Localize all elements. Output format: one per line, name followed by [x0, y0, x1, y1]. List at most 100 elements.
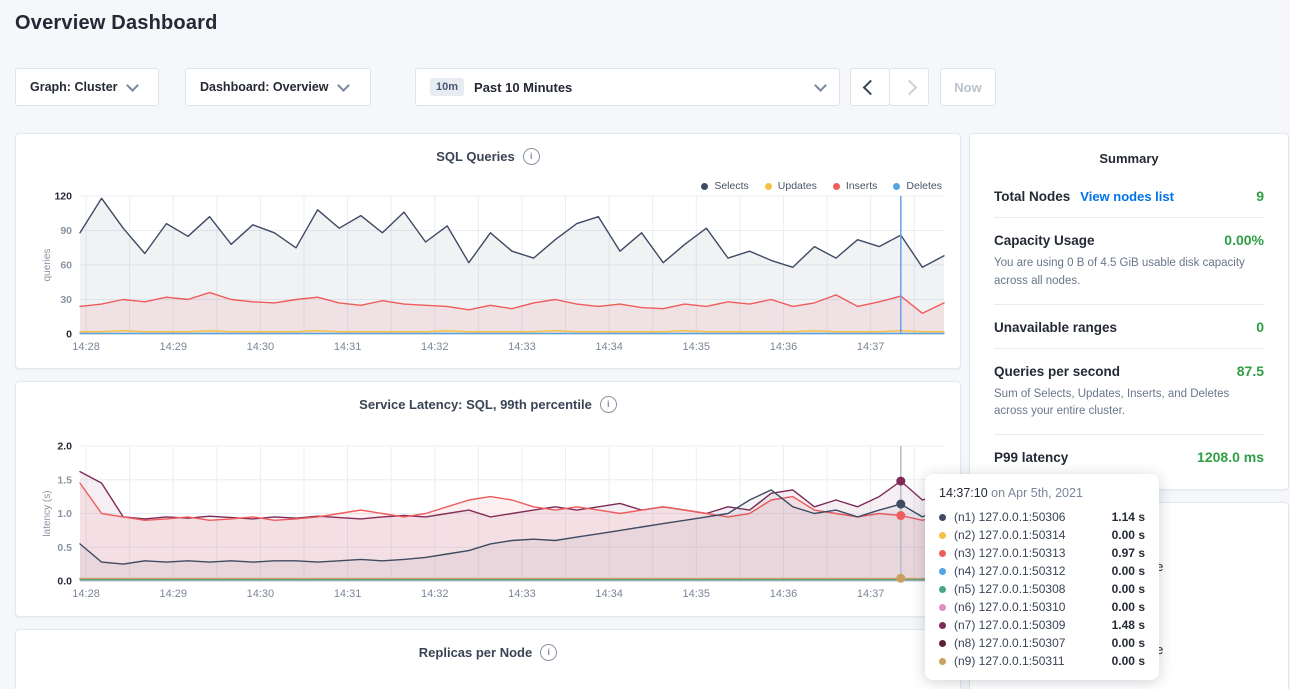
- summary-label: Queries per second: [994, 364, 1120, 379]
- summary-title: Summary: [970, 134, 1288, 174]
- legend-dot: [893, 183, 900, 190]
- tooltip-node-value: 0.97 s: [1112, 546, 1145, 560]
- info-icon[interactable]: i: [523, 148, 540, 165]
- tooltip-row: (n1) 127.0.0.1:50306 1.14 s: [939, 508, 1145, 526]
- svg-text:14:31: 14:31: [334, 341, 362, 353]
- sql-queries-panel: 030609012014:2814:2914:3014:3114:3214:33…: [15, 133, 961, 369]
- svg-text:14:36: 14:36: [770, 588, 798, 600]
- toolbar: Graph: Cluster Dashboard: Overview 10m P…: [15, 68, 1275, 106]
- view-nodes-link[interactable]: View nodes list: [1080, 189, 1174, 204]
- summary-row: Total Nodes View nodes list 9: [994, 174, 1264, 217]
- chart-title: Service Latency: SQL, 99th percentile: [359, 397, 592, 412]
- svg-text:120: 120: [54, 191, 72, 203]
- tooltip-node-value: 1.48 s: [1112, 618, 1145, 632]
- legend-dot: [765, 183, 772, 190]
- service-latency-panel: 0.00.51.01.52.014:2814:2914:3014:3114:32…: [15, 381, 961, 617]
- time-range-dropdown[interactable]: 10m Past 10 Minutes: [415, 68, 840, 106]
- svg-text:14:34: 14:34: [595, 341, 623, 353]
- svg-text:14:29: 14:29: [159, 588, 187, 600]
- svg-text:1.0: 1.0: [57, 508, 72, 520]
- svg-text:2.0: 2.0: [57, 441, 72, 453]
- now-button[interactable]: Now: [940, 68, 996, 106]
- node-color-dot: [939, 604, 946, 611]
- svg-text:0.5: 0.5: [57, 542, 72, 554]
- summary-desc: You are using 0 B of 4.5 GiB usable disk…: [994, 255, 1264, 291]
- tooltip-node-value: 0.00 s: [1112, 654, 1145, 668]
- legend-item[interactable]: Selects: [701, 180, 748, 192]
- node-color-dot: [939, 550, 946, 557]
- tooltip-row: (n4) 127.0.0.1:503120.00 s: [939, 562, 1145, 580]
- svg-text:queries: queries: [42, 249, 53, 282]
- info-icon[interactable]: i: [600, 396, 617, 413]
- chevron-down-icon: [814, 79, 827, 92]
- tooltip-node-label: (n1) 127.0.0.1:50306: [954, 510, 1102, 524]
- tooltip-node-value: 0.00 s: [1112, 582, 1145, 596]
- svg-text:14:35: 14:35: [683, 588, 711, 600]
- chevron-down-icon: [337, 79, 350, 92]
- tooltip-row: (n5) 127.0.0.1:503080.00 s: [939, 580, 1145, 598]
- tooltip-node-label: (n6) 127.0.0.1:50310: [954, 600, 1102, 614]
- svg-text:30: 30: [60, 294, 72, 306]
- svg-text:14:30: 14:30: [247, 341, 275, 353]
- svg-text:60: 60: [60, 260, 72, 272]
- page-title: Overview Dashboard: [15, 12, 218, 35]
- tooltip-date: on Apr 5th, 2021: [991, 486, 1083, 500]
- now-button-label: Now: [954, 80, 981, 95]
- legend-label: Selects: [714, 180, 748, 192]
- prev-time-button[interactable]: [850, 68, 890, 106]
- legend-label: Updates: [778, 180, 817, 192]
- summary-label: Total Nodes: [994, 189, 1070, 204]
- summary-value: 9: [1256, 188, 1264, 204]
- svg-text:14:32: 14:32: [421, 588, 449, 600]
- svg-text:14:37: 14:37: [857, 588, 885, 600]
- legend-dot: [833, 183, 840, 190]
- tooltip-node-label: (n2) 127.0.0.1:50314: [954, 528, 1102, 542]
- tooltip-node-value: 0.00 s: [1112, 636, 1145, 650]
- summary-row: Capacity Usage0.00%You are using 0 B of …: [994, 217, 1264, 304]
- chart-title: Replicas per Node: [419, 645, 532, 660]
- dashboard-dropdown[interactable]: Dashboard: Overview: [185, 68, 371, 106]
- svg-text:14:36: 14:36: [770, 341, 798, 353]
- chart-title: SQL Queries: [436, 149, 515, 164]
- tooltip-time: 14:37:10: [939, 486, 988, 500]
- svg-text:0.0: 0.0: [57, 576, 72, 588]
- tooltip-node-value: 1.14 s: [1112, 510, 1145, 524]
- svg-text:14:30: 14:30: [247, 588, 275, 600]
- summary-rows: Total Nodes View nodes list 9 Capacity Usag…: [970, 174, 1288, 478]
- summary-desc: Sum of Selects, Updates, Inserts, and De…: [994, 386, 1264, 422]
- svg-text:14:28: 14:28: [72, 341, 100, 353]
- tooltip-node-value: 0.00 s: [1112, 600, 1145, 614]
- node-color-dot: [939, 658, 946, 665]
- summary-panel: Summary Total Nodes View nodes list 9 Capac…: [969, 133, 1289, 490]
- tooltip-row: (n7) 127.0.0.1:50309 1.48 s: [939, 616, 1145, 634]
- svg-text:0: 0: [66, 329, 72, 341]
- info-icon[interactable]: i: [540, 644, 557, 661]
- svg-text:14:34: 14:34: [595, 588, 623, 600]
- summary-value: 0.00%: [1224, 232, 1264, 248]
- graph-dropdown[interactable]: Graph: Cluster: [15, 68, 159, 106]
- summary-value: 1208.0 ms: [1197, 449, 1264, 465]
- tooltip-node-label: (n7) 127.0.0.1:50309: [954, 618, 1102, 632]
- tooltip-row: (n9) 127.0.0.1:50311 0.00 s: [939, 652, 1145, 670]
- time-range-label: Past 10 Minutes: [474, 80, 572, 95]
- dashboard-dropdown-label: Dashboard: Overview: [200, 80, 329, 94]
- time-range-badge: 10m: [430, 78, 464, 96]
- svg-text:90: 90: [60, 225, 72, 237]
- next-time-button[interactable]: [889, 68, 929, 106]
- tooltip-node-label: (n8) 127.0.0.1:50307: [954, 636, 1102, 650]
- node-color-dot: [939, 586, 946, 593]
- replicas-panel: Replicas per Node i: [15, 629, 961, 689]
- legend-item[interactable]: Updates: [765, 180, 817, 192]
- legend-item[interactable]: Deletes: [893, 180, 942, 192]
- tooltip-node-label: (n9) 127.0.0.1:50311: [954, 654, 1102, 668]
- chevron-down-icon: [126, 79, 139, 92]
- sql-queries-chart[interactable]: 030609012014:2814:2914:3014:3114:3214:33…: [16, 134, 962, 370]
- summary-value: 87.5: [1237, 363, 1264, 379]
- summary-label: P99 latency: [994, 450, 1068, 465]
- legend-label: Deletes: [906, 180, 942, 192]
- tooltip-row: (n8) 127.0.0.1:50307 0.00 s: [939, 634, 1145, 652]
- summary-label: Unavailable ranges: [994, 320, 1117, 335]
- service-latency-chart[interactable]: 0.00.51.01.52.014:2814:2914:3014:3114:32…: [16, 382, 962, 618]
- legend-item[interactable]: Inserts: [833, 180, 878, 192]
- tooltip-node-label: (n3) 127.0.0.1:50313: [954, 546, 1102, 560]
